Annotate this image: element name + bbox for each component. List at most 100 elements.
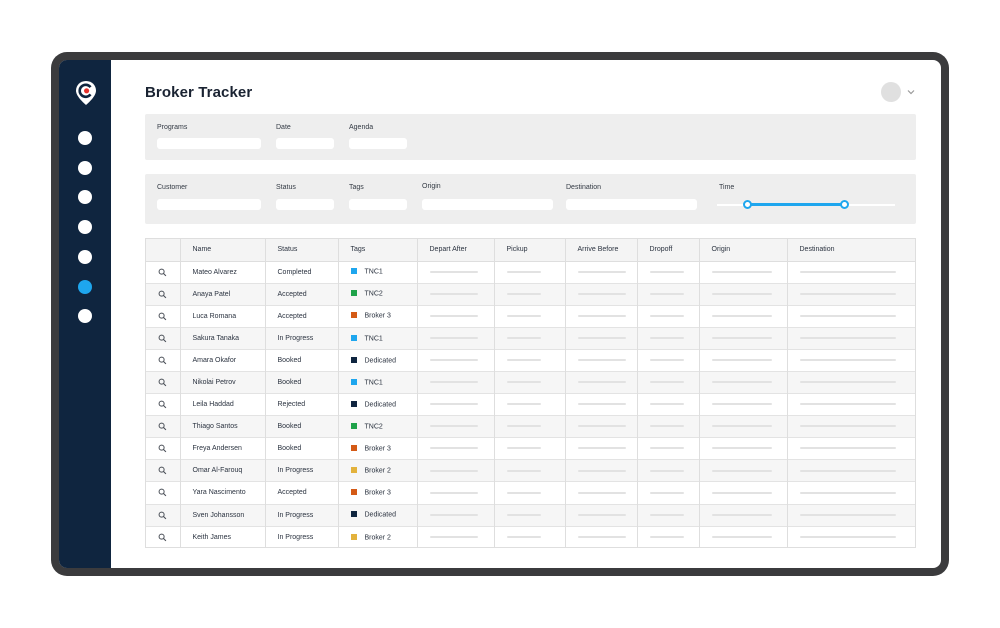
table-row[interactable]: Mateo Alvarez Completed TNC1 <box>146 261 915 284</box>
search-icon[interactable] <box>158 334 167 343</box>
placeholder-cell <box>494 371 566 394</box>
placeholder-line <box>711 381 772 384</box>
placeholder-line <box>577 292 626 295</box>
search-icon[interactable] <box>158 444 167 453</box>
placeholder-line <box>577 491 626 494</box>
sidebar-nav-item[interactable] <box>78 190 92 205</box>
origin-input[interactable] <box>422 199 553 210</box>
table-row[interactable]: Sven Johansson In Progress Dedicated <box>146 504 915 527</box>
table-row[interactable]: Sakura Tanaka In Progress TNC1 <box>146 327 915 350</box>
sidebar-nav-item[interactable] <box>78 309 92 324</box>
tag-label: Dedicated <box>364 357 397 365</box>
tag-cell: Broker 3 <box>338 305 418 328</box>
search-icon[interactable] <box>158 356 167 365</box>
sidebar-nav-item[interactable] <box>78 279 92 294</box>
search-icon[interactable] <box>158 290 167 299</box>
placeholder-line <box>429 469 478 472</box>
placeholder-line <box>799 336 896 339</box>
table-row[interactable]: Freya Andersen Booked Broker 3 <box>146 437 915 460</box>
column-header[interactable]: Pickup <box>494 239 566 261</box>
table-row[interactable]: Anaya Patel Accepted TNC2 <box>146 283 915 306</box>
agenda-input[interactable] <box>349 138 407 149</box>
column-header[interactable]: Tags <box>338 239 418 261</box>
placeholder-line <box>711 359 772 362</box>
placeholder-cell <box>494 504 566 527</box>
placeholder-cell <box>787 283 915 305</box>
placeholder-line <box>506 491 541 494</box>
sidebar-nav-item[interactable] <box>78 131 92 145</box>
search-icon[interactable] <box>158 533 167 542</box>
status-input[interactable] <box>276 199 334 210</box>
name-cell: Omar Al-Farouq <box>180 459 266 482</box>
name-cell: Luca Romana <box>180 305 266 328</box>
placeholder-cell <box>637 459 700 482</box>
avatar[interactable] <box>881 82 901 102</box>
customer-input[interactable] <box>157 199 261 210</box>
programs-input[interactable] <box>157 138 261 149</box>
column-header[interactable]: Depart After <box>417 239 495 261</box>
placeholder-cell <box>494 327 566 350</box>
destination-label: Destination <box>566 184 602 191</box>
placeholder-cell <box>565 349 638 372</box>
status-cell: Accepted <box>265 481 339 505</box>
tags-input[interactable] <box>349 199 407 210</box>
location-pin-logo-icon[interactable] <box>75 80 97 106</box>
placeholder-line <box>577 359 626 362</box>
table-row[interactable]: Keith James In Progress Broker 2 <box>146 526 915 549</box>
row-action-cell <box>146 261 181 284</box>
search-icon[interactable] <box>158 511 167 520</box>
sidebar-nav-item[interactable] <box>78 160 92 175</box>
column-header[interactable]: Origin <box>699 239 788 261</box>
search-icon[interactable] <box>158 312 167 321</box>
placeholder-line <box>577 403 626 406</box>
table-row[interactable]: Nikolai Petrov Booked TNC1 <box>146 371 915 394</box>
column-header[interactable]: Dropoff <box>637 239 700 261</box>
placeholder-cell <box>787 416 915 438</box>
sidebar-nav-item[interactable] <box>78 249 92 264</box>
name-cell: Leila Haddad <box>180 393 266 416</box>
search-icon[interactable] <box>158 400 167 409</box>
date-input[interactable] <box>276 138 334 149</box>
placeholder-cell <box>787 504 915 526</box>
placeholder-line <box>649 536 684 539</box>
column-header[interactable]: Arrive Before <box>565 239 638 261</box>
placeholder-line <box>429 381 478 384</box>
table-row[interactable]: Luca Romana Accepted Broker 3 <box>146 305 915 328</box>
time-label: Time <box>719 184 735 191</box>
tag-color-swatch <box>350 334 357 341</box>
status-cell: Booked <box>265 371 339 394</box>
search-icon[interactable] <box>158 378 167 387</box>
tag-cell: Broker 2 <box>338 526 418 549</box>
column-header[interactable]: Destination <box>787 239 915 261</box>
column-header[interactable] <box>146 239 181 261</box>
name-cell: Keith James <box>180 526 266 549</box>
table-row[interactable]: Thiago Santos Booked TNC2 <box>146 415 915 438</box>
placeholder-cell <box>787 460 915 482</box>
programs-label: Programs <box>157 124 188 131</box>
placeholder-line <box>799 314 896 317</box>
placeholder-line <box>711 403 772 406</box>
destination-input[interactable] <box>566 199 697 210</box>
tag-color-swatch <box>350 422 357 429</box>
placeholder-line <box>711 292 772 295</box>
column-header[interactable]: Status <box>265 239 339 261</box>
search-icon[interactable] <box>158 268 167 277</box>
search-icon[interactable] <box>158 422 167 431</box>
time-slider-handle-start[interactable] <box>743 200 752 209</box>
table-row[interactable]: Omar Al-Farouq In Progress Broker 2 <box>146 459 915 482</box>
sidebar-nav-item[interactable] <box>78 220 92 235</box>
column-header[interactable]: Name <box>180 239 266 261</box>
tag-color-swatch <box>350 290 357 297</box>
chevron-down-icon[interactable] <box>906 87 916 97</box>
date-label: Date <box>276 124 291 131</box>
table-row[interactable]: Yara Nascimento Accepted Broker 3 <box>146 481 915 505</box>
placeholder-line <box>577 447 626 450</box>
search-icon[interactable] <box>158 466 167 475</box>
placeholder-line <box>429 359 478 362</box>
time-slider-handle-end[interactable] <box>840 200 849 209</box>
table-row[interactable]: Amara Okafor Booked Dedicated <box>146 349 915 372</box>
placeholder-line <box>506 513 541 516</box>
table-row[interactable]: Leila Haddad Rejected Dedicated <box>146 393 915 416</box>
search-icon[interactable] <box>158 488 167 497</box>
placeholder-cell <box>699 349 788 372</box>
